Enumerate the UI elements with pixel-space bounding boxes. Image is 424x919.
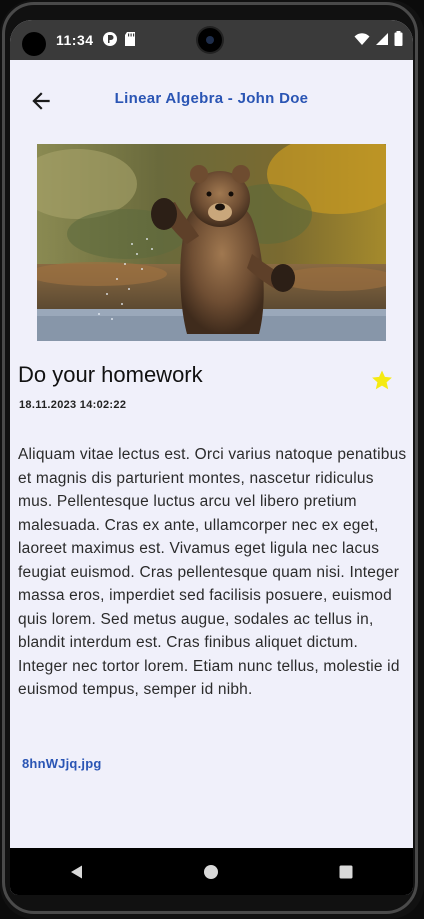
cell-signal-icon	[376, 32, 388, 45]
nav-back-button[interactable]	[57, 852, 97, 892]
back-button[interactable]	[28, 88, 54, 114]
page-title: Linear Algebra - John Doe	[114, 90, 309, 107]
nav-recents-button[interactable]	[326, 852, 366, 892]
system-nav-bar	[10, 848, 413, 895]
favorite-button[interactable]	[370, 368, 394, 392]
note-date: 18.11.2023 14:02:22	[19, 399, 127, 411]
status-bar: 11:34	[10, 20, 413, 60]
sd-card-icon	[125, 32, 135, 46]
star-icon	[372, 370, 392, 390]
note-body: Aliquam vitae lectus est. Orci varius na…	[18, 446, 407, 698]
app-bar: Linear Algebra - John Doe	[10, 60, 413, 140]
status-time: 11:34	[56, 32, 94, 48]
square-recents-icon	[339, 865, 353, 878]
data-saver-icon	[103, 32, 117, 46]
nav-home-button[interactable]	[191, 852, 231, 892]
phone-frame: 11:34 Linear Algebra - John Doe Do your …	[0, 0, 424, 919]
front-camera	[198, 28, 222, 52]
note-image[interactable]	[37, 144, 386, 341]
status-dot	[22, 32, 46, 56]
arrow-back-icon	[32, 92, 50, 110]
attachment-link[interactable]: 8hnWJjq.jpg	[22, 756, 101, 771]
circle-home-icon	[204, 864, 219, 879]
bear-photo	[37, 144, 386, 341]
triangle-back-icon	[71, 865, 83, 878]
status-system-icons	[354, 31, 403, 46]
app-screen: 11:34 Linear Algebra - John Doe Do your …	[10, 20, 413, 895]
battery-icon	[394, 31, 403, 46]
status-notification-icons	[102, 31, 136, 47]
wifi-icon	[354, 32, 370, 45]
note-title: Do your homework	[18, 362, 203, 387]
